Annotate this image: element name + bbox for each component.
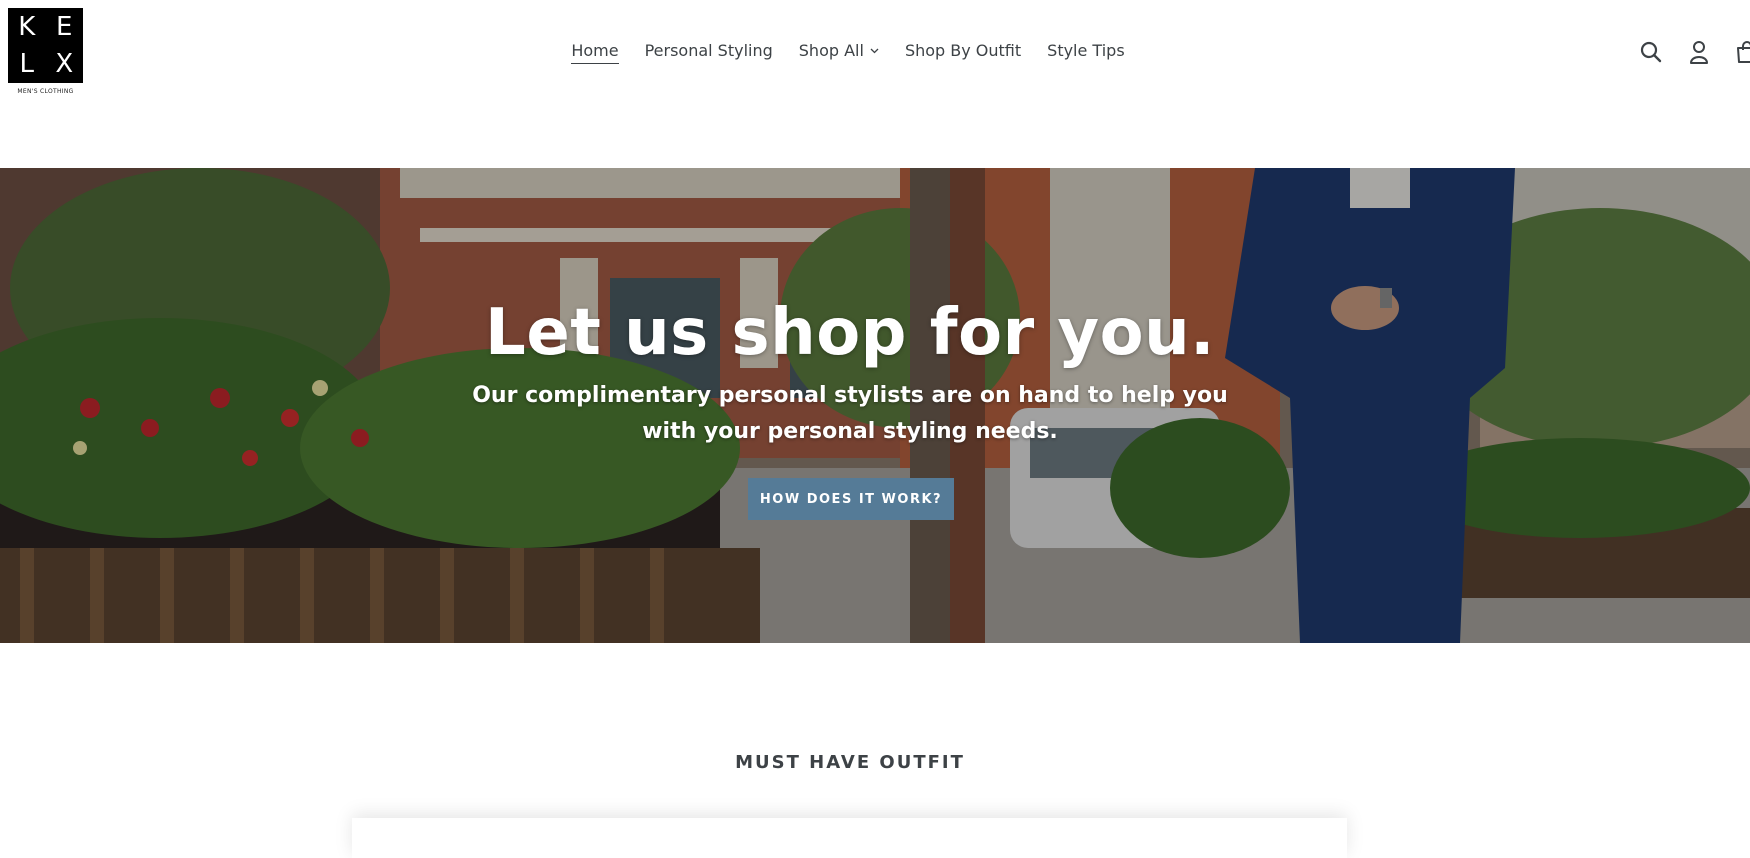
logo-subtitle: MEN'S CLOTHING [17,88,74,95]
search-icon[interactable] [1627,38,1675,66]
hero-title: Let us shop for you. [485,296,1215,370]
section-title: MUST HAVE OUTFIT [735,752,965,773]
main-nav: Home Personal Styling Shop All Shop By O… [0,40,1698,64]
nav-item-shop-all[interactable]: Shop All [799,40,879,64]
logo-letter-e: E [56,11,73,42]
logo-letter-k: K [18,11,36,42]
nav-item-style-tips[interactable]: Style Tips [1047,40,1125,64]
nav-item-shop-all-label: Shop All [798,41,864,60]
how-does-it-work-button[interactable]: HOW DOES IT WORK? [748,478,954,520]
hero-content: Let us shop for you. Our complimentary p… [0,168,1700,643]
nav-item-home[interactable]: Home [571,40,619,64]
hero-banner: Let us shop for you. Our complimentary p… [0,168,1750,643]
nav-item-personal-styling[interactable]: Personal Styling [645,40,773,64]
chevron-down-icon [870,48,879,54]
hero-subtitle: Our complimentary personal stylists are … [472,383,1228,444]
cart-icon[interactable] [1723,38,1750,66]
account-icon[interactable] [1675,38,1723,66]
nav-item-shop-by-outfit[interactable]: Shop By Outfit [905,40,1021,64]
featured-outfit-card[interactable] [352,818,1347,858]
